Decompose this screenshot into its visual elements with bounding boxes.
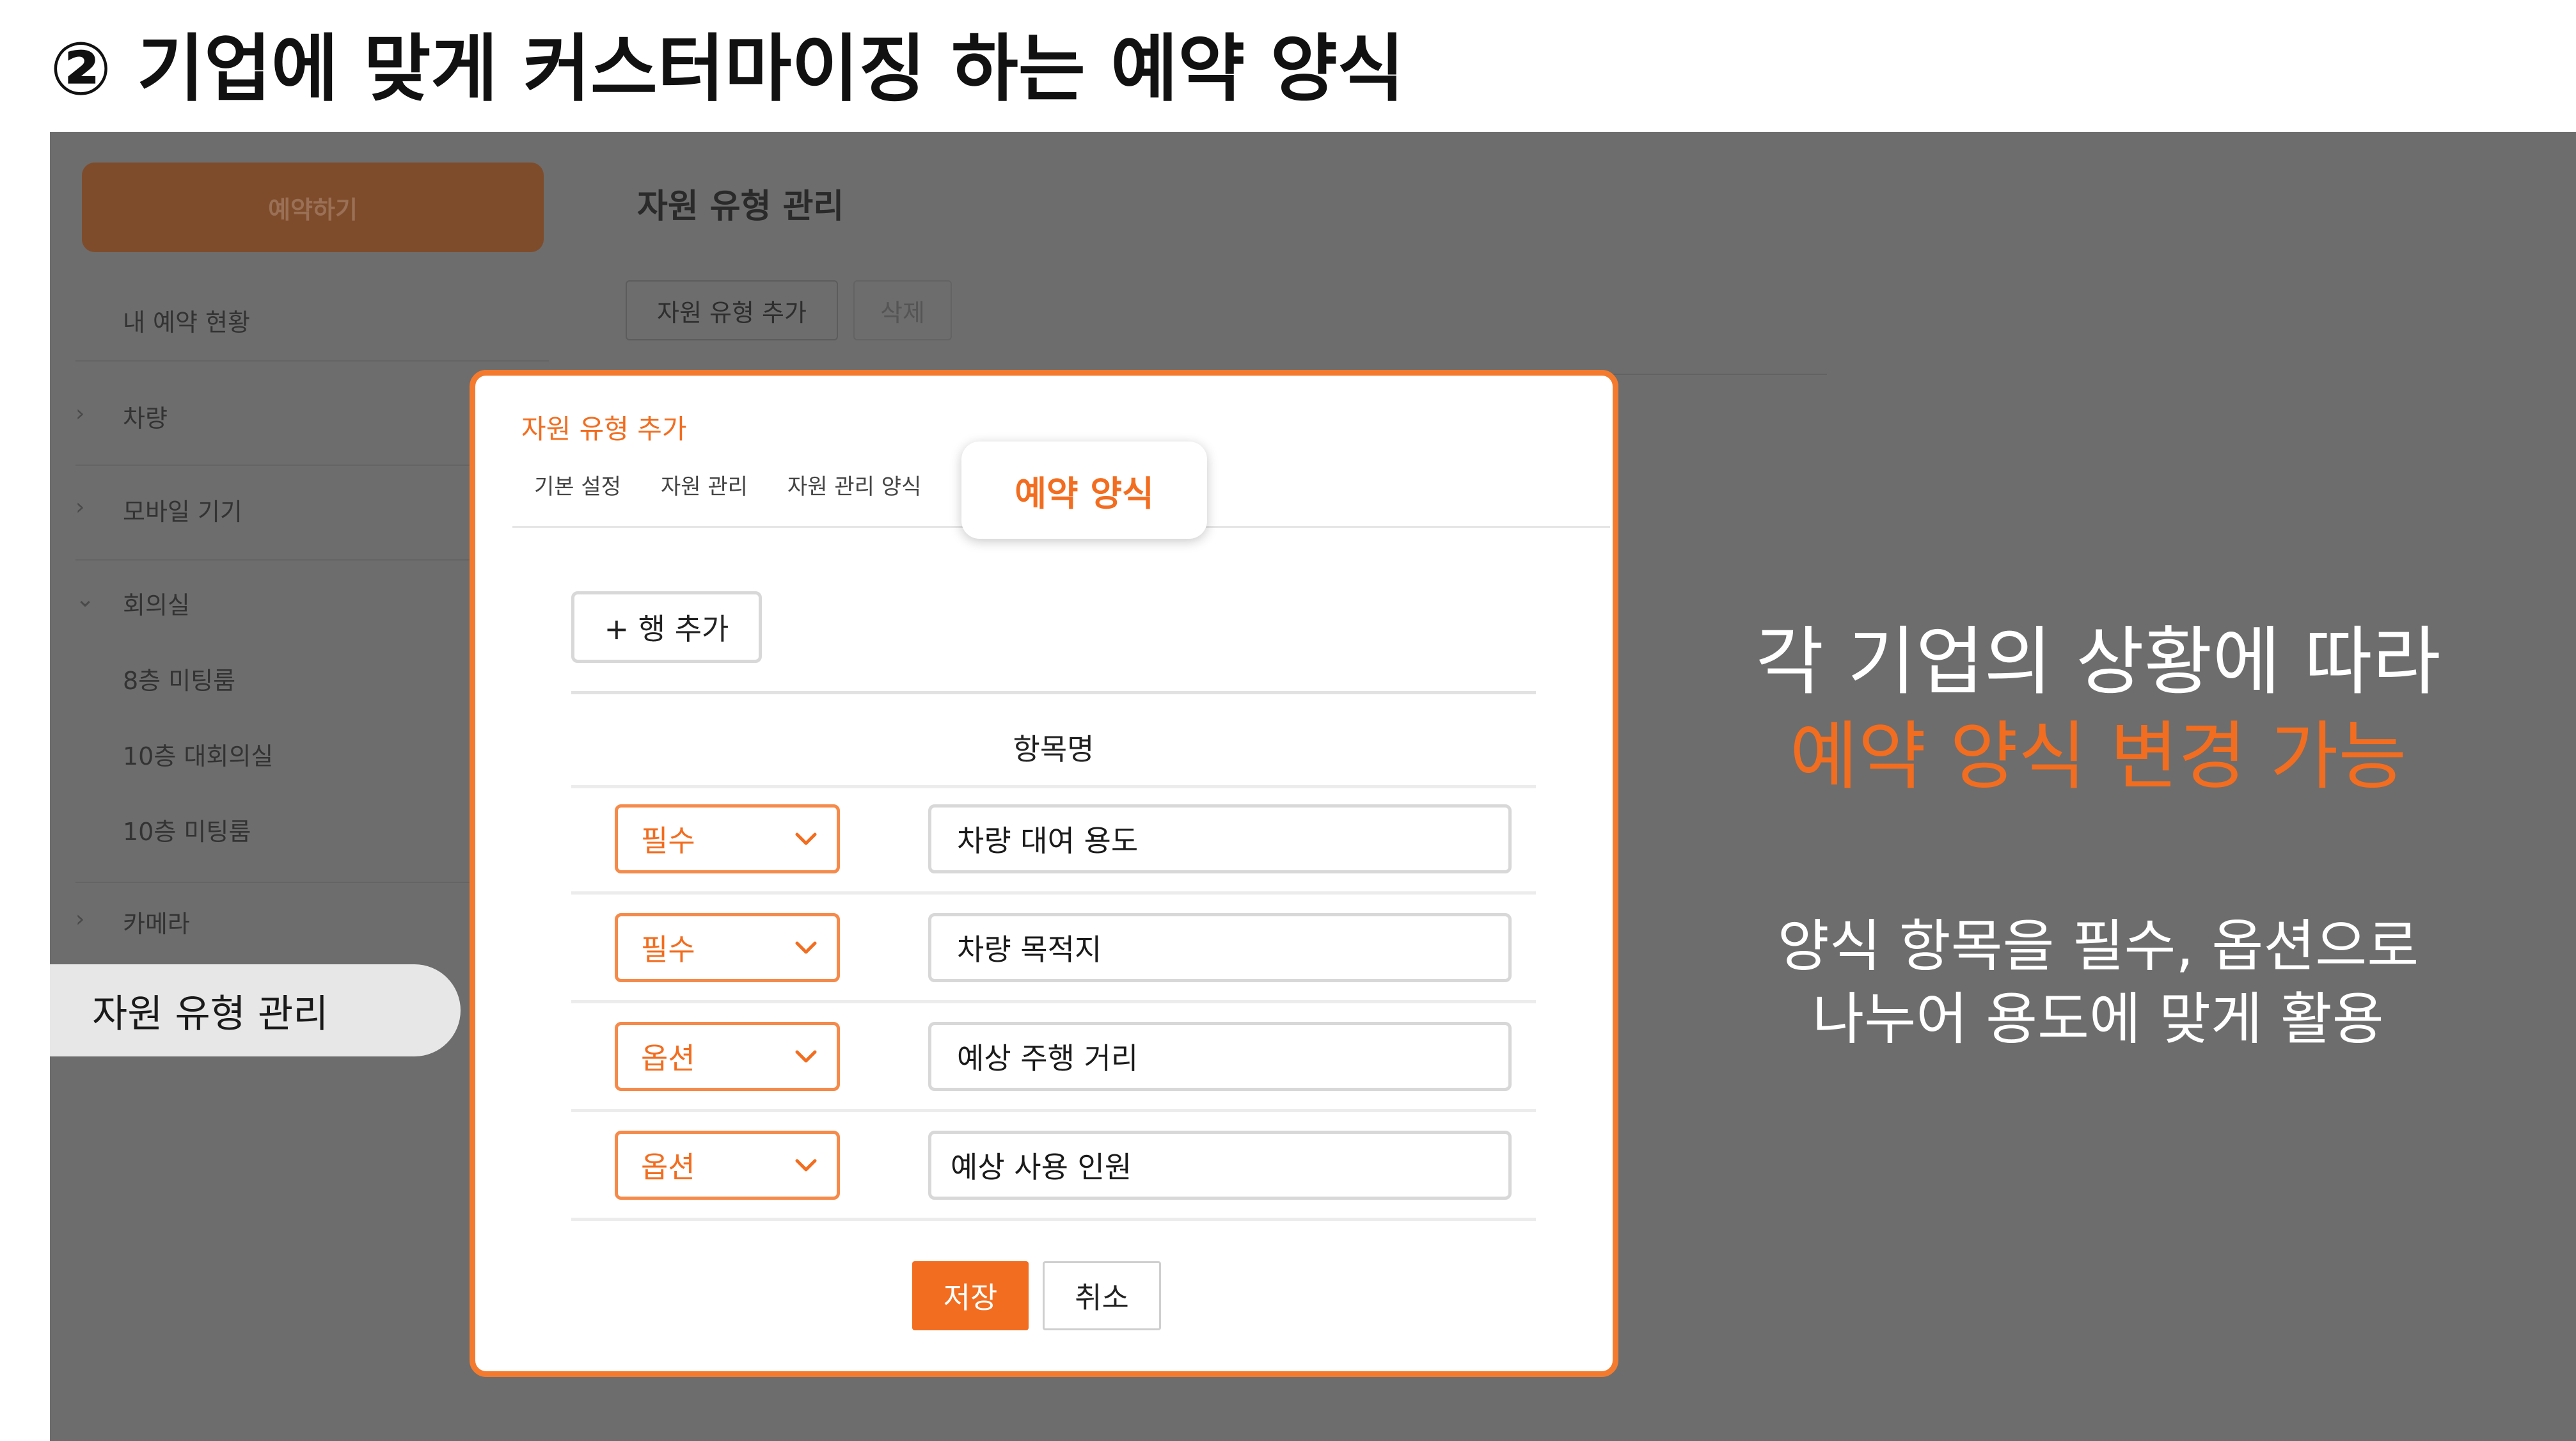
select-value: 필수 bbox=[641, 932, 695, 967]
select-value: 필수 bbox=[641, 824, 695, 858]
item-name-input[interactable]: 예상 사용 인원 bbox=[928, 1131, 1512, 1200]
tab-reservation-form[interactable]: 예약 양식 bbox=[961, 442, 1207, 539]
input-value: 예상 사용 인원 bbox=[951, 1150, 1132, 1184]
sidebar-divider bbox=[75, 360, 549, 362]
save-button[interactable]: 저장 bbox=[912, 1261, 1029, 1330]
input-value: 차량 대여 용도 bbox=[957, 824, 1139, 858]
select-value: 옵션 bbox=[641, 1150, 695, 1184]
add-resource-type-button[interactable]: 자원 유형 추가 bbox=[626, 280, 838, 340]
page-title: 자원 유형 관리 bbox=[637, 187, 844, 226]
chevron-right-icon: › bbox=[75, 493, 85, 520]
delete-button[interactable]: 삭제 bbox=[853, 280, 952, 340]
sidebar-item-meeting-room[interactable]: 회의실 bbox=[123, 584, 190, 622]
row-divider bbox=[571, 1218, 1536, 1221]
tab-basic-settings[interactable]: 기본 설정 bbox=[534, 469, 621, 500]
item-name-input[interactable]: 차량 대여 용도 bbox=[928, 804, 1512, 873]
chevron-down-icon: ⌄ bbox=[75, 585, 95, 612]
sidebar-item-my-reservations[interactable]: 내 예약 현황 bbox=[123, 301, 250, 339]
input-value: 예상 주행 거리 bbox=[957, 1041, 1139, 1076]
required-select[interactable]: 필수 bbox=[615, 913, 840, 982]
item-name-input[interactable]: 차량 목적지 bbox=[928, 913, 1512, 982]
slide-title: ② 기업에 맞게 커스터마이징 하는 예약 양식 bbox=[50, 26, 1405, 111]
item-name-input[interactable]: 예상 주행 거리 bbox=[928, 1022, 1512, 1091]
row-divider bbox=[571, 1109, 1536, 1112]
chevron-down-icon bbox=[795, 1050, 817, 1063]
required-select[interactable]: 필수 bbox=[615, 804, 840, 873]
add-row-button[interactable]: + 행 추가 bbox=[571, 591, 762, 663]
modal-title: 자원 유형 추가 bbox=[521, 413, 687, 445]
annotation-line-1: 각 기업의 상황에 따라 bbox=[1755, 619, 2441, 705]
sidebar-item-resource-type[interactable]: 자원 유형 관리 bbox=[50, 964, 461, 1056]
chevron-down-icon bbox=[795, 941, 817, 954]
chevron-down-icon bbox=[795, 832, 817, 845]
tab-resource-form[interactable]: 자원 관리 양식 bbox=[787, 469, 921, 500]
input-value: 차량 목적지 bbox=[957, 932, 1102, 967]
add-resource-type-modal: 자원 유형 추가 기본 설정 자원 관리 자원 관리 양식 예약 양식 + 행 … bbox=[470, 370, 1618, 1377]
chevron-right-icon: › bbox=[75, 400, 85, 427]
chevron-right-icon: › bbox=[75, 905, 85, 932]
sidebar-subitem-8f-meeting[interactable]: 8층 미팅룸 bbox=[123, 659, 235, 697]
sidebar-subitem-10f-meeting[interactable]: 10층 미팅룸 bbox=[123, 810, 251, 848]
sidebar-item-vehicle[interactable]: 차량 bbox=[123, 397, 168, 435]
column-header-item-name: 항목명 bbox=[1013, 732, 1094, 767]
sidebar-item-camera[interactable]: 카메라 bbox=[123, 902, 190, 941]
table-top-border bbox=[571, 691, 1536, 694]
row-divider bbox=[571, 891, 1536, 895]
cancel-button[interactable]: 취소 bbox=[1043, 1261, 1161, 1330]
option-select[interactable]: 옵션 bbox=[615, 1022, 840, 1091]
annotation-line-4: 나누어 용도에 맞게 활용 bbox=[1812, 986, 2384, 1052]
row-divider bbox=[571, 785, 1536, 788]
annotation-line-3: 양식 항목을 필수, 옵션으로 bbox=[1777, 913, 2419, 979]
option-select[interactable]: 옵션 bbox=[615, 1131, 840, 1200]
chevron-down-icon bbox=[795, 1159, 817, 1172]
tab-resource-management[interactable]: 자원 관리 bbox=[661, 469, 748, 500]
select-value: 옵션 bbox=[641, 1041, 695, 1076]
sidebar-subitem-10f-conference[interactable]: 10층 대회의실 bbox=[123, 735, 273, 773]
sidebar-item-mobile[interactable]: 모바일 기기 bbox=[123, 490, 242, 529]
annotation-highlight: 예약 양식 변경 가능 bbox=[1789, 713, 2407, 800]
row-divider bbox=[571, 1000, 1536, 1003]
reserve-button[interactable]: 예약하기 bbox=[82, 163, 544, 252]
